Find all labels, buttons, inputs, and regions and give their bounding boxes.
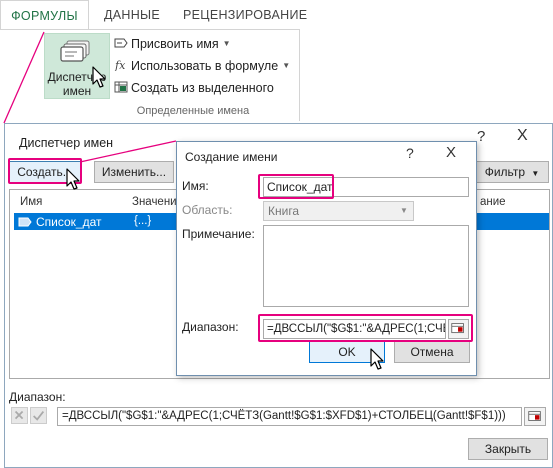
range-cancel-button[interactable] xyxy=(11,407,28,424)
column-header-value[interactable]: Значени xyxy=(132,196,177,208)
help-icon[interactable]: ? xyxy=(406,145,414,161)
name-manager-label-line2: имен xyxy=(62,84,92,98)
close-icon[interactable]: X xyxy=(446,144,456,161)
scope-label: Область: xyxy=(182,203,233,217)
chevron-down-icon[interactable]: ▼ xyxy=(395,202,413,220)
name-input-highlight xyxy=(258,174,334,199)
define-name-label: Присвоить имя xyxy=(131,37,219,51)
range-formula-field[interactable]: =ДВССЫЛ("$G$1:"&АДРЕС(1;СЧЁТЗ(Gantt!$G$1… xyxy=(57,407,522,426)
filter-label: Фильтр xyxy=(484,165,526,179)
close-button[interactable]: Закрыть xyxy=(468,438,548,460)
create-from-selection-icon xyxy=(114,81,128,93)
row-value-cell: {...} xyxy=(134,215,152,227)
define-name-button[interactable]: Присвоить имя ▼ xyxy=(114,35,231,53)
row-name-cell: Список_дат xyxy=(36,215,102,229)
use-in-formula-button[interactable]: fx Использовать в формуле ▼ xyxy=(114,57,290,75)
use-in-formula-label: Использовать в формуле xyxy=(131,59,279,73)
collapse-dialog-button[interactable] xyxy=(524,407,546,426)
check-icon xyxy=(33,410,45,421)
name-label: Имя: xyxy=(182,179,209,193)
range-select-icon xyxy=(528,411,541,421)
mouse-pointer-icon xyxy=(370,348,384,370)
ribbon: ФОРМУЛЫ ДАННЫЕ РЕЦЕНЗИРОВАНИЕ Диспетчер … xyxy=(0,0,553,124)
mouse-pointer-icon xyxy=(92,66,106,88)
create-from-selection-button[interactable]: Создать из выделенного xyxy=(114,79,274,97)
column-header-name[interactable]: Имя xyxy=(20,196,42,208)
name-tag-icon xyxy=(18,217,32,227)
column-header-refers-to[interactable]: ание xyxy=(480,196,506,208)
function-icon: fx xyxy=(114,59,126,71)
chevron-down-icon: ▼ xyxy=(531,169,540,178)
tab-data[interactable]: ДАННЫЕ xyxy=(104,0,160,30)
comment-label: Примечание: xyxy=(182,227,255,241)
cancel-button[interactable]: Отмена xyxy=(394,341,470,363)
mouse-pointer-icon xyxy=(66,168,80,190)
help-icon[interactable]: ? xyxy=(477,128,485,145)
name-manager-icon xyxy=(60,40,90,62)
edit-button[interactable]: Изменить... xyxy=(94,161,174,183)
comment-textarea[interactable] xyxy=(263,225,469,307)
dialog-title: Диспетчер имен xyxy=(19,136,114,150)
create-from-selection-label: Создать из выделенного xyxy=(131,81,274,95)
tab-review[interactable]: РЕЦЕНЗИРОВАНИЕ xyxy=(183,0,307,30)
filter-button[interactable]: Фильтр ▼ xyxy=(475,161,549,183)
range-label: Диапазон: xyxy=(9,390,66,404)
chevron-down-icon: ▼ xyxy=(222,39,231,48)
tag-icon xyxy=(114,38,128,48)
scope-select[interactable]: Книга xyxy=(263,201,414,221)
svg-text:fx: fx xyxy=(114,59,126,71)
range-confirm-button[interactable] xyxy=(30,407,47,424)
chevron-down-icon: ▼ xyxy=(282,61,291,70)
dialog-title: Создание имени xyxy=(185,150,278,164)
close-icon[interactable]: X xyxy=(517,127,528,145)
tab-formulas[interactable]: ФОРМУЛЫ xyxy=(0,0,89,30)
range-label: Диапазон: xyxy=(182,320,239,334)
x-icon xyxy=(14,410,24,420)
range-input-highlight xyxy=(258,314,473,342)
ribbon-group-label: Определенные имена xyxy=(136,105,250,117)
